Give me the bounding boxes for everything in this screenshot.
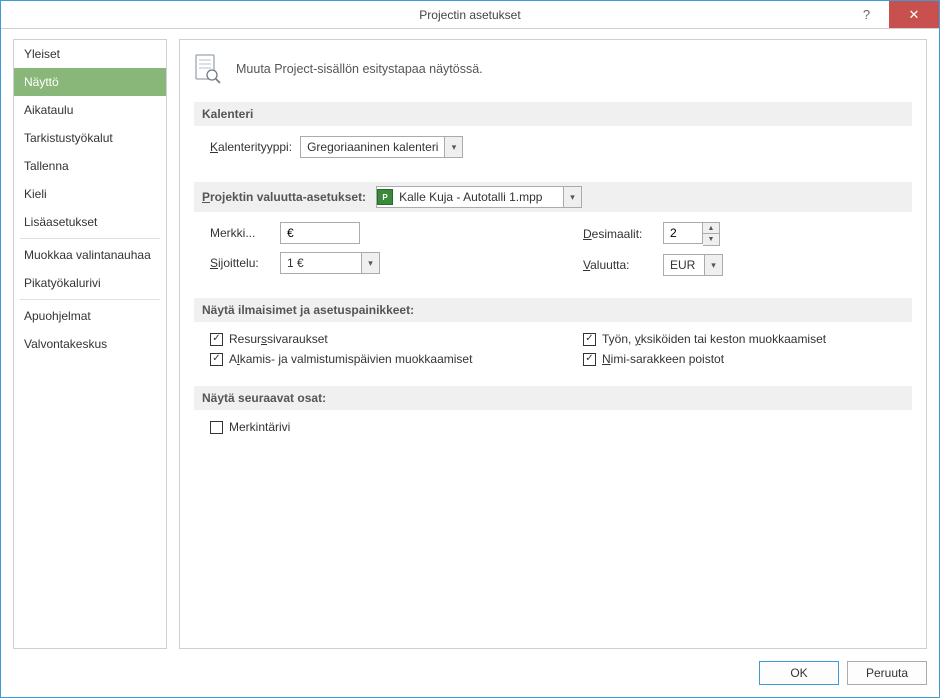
section-currency-body: Merkki... Sijoittelu: 1 € ▾	[194, 212, 912, 294]
dialog-window: Projectin asetukset ? ✕ Yleiset Näyttö A…	[0, 0, 940, 698]
section-show-parts-header: Näytä seuraavat osat:	[194, 386, 912, 410]
checkbox-entry-bar[interactable]	[210, 421, 223, 434]
decimals-label: Desimaalit:	[583, 227, 663, 241]
decimals-input[interactable]	[663, 222, 703, 244]
main-area: Yleiset Näyttö Aikataulu Tarkistustyökal…	[13, 39, 927, 649]
cancel-button[interactable]: Peruuta	[847, 661, 927, 685]
page-header: Muuta Project-sisällön esitystapaa näytö…	[194, 50, 912, 88]
sidebar-item-customize-ribbon[interactable]: Muokkaa valintanauhaa	[14, 241, 166, 269]
checkbox-name-column-deletions[interactable]	[583, 353, 596, 366]
chevron-down-icon: ▾	[563, 187, 581, 207]
ok-button[interactable]: OK	[759, 661, 839, 685]
section-calendar-header: Kalenteri	[194, 102, 912, 126]
section-show-parts-body: Merkintärivi	[194, 410, 912, 450]
chevron-down-icon: ▾	[704, 255, 722, 275]
checkbox-resource-assignments-label: Resurssivaraukset	[229, 332, 328, 346]
checkbox-start-finish-edits[interactable]	[210, 353, 223, 366]
sidebar-item-language[interactable]: Kieli	[14, 180, 166, 208]
sidebar-item-save[interactable]: Tallenna	[14, 152, 166, 180]
decimals-spinner[interactable]: ▲ ▼	[663, 222, 720, 246]
titlebar: Projectin asetukset ? ✕	[1, 1, 939, 29]
section-indicators-body: Resurssivaraukset Alkamis- ja valmistumi…	[194, 322, 912, 382]
checkbox-start-finish-edits-label: Alkamis- ja valmistumispäivien muokkaami…	[229, 352, 472, 366]
sidebar-item-schedule[interactable]: Aikataulu	[14, 96, 166, 124]
sidebar-item-proofing[interactable]: Tarkistustyökalut	[14, 124, 166, 152]
placement-dropdown[interactable]: 1 € ▾	[280, 252, 380, 274]
checkbox-name-column-deletions-label: Nimi-sarakkeen poistot	[602, 352, 724, 366]
sidebar-item-quick-access[interactable]: Pikatyökalurivi	[14, 269, 166, 297]
placement-value: 1 €	[281, 256, 361, 270]
sidebar-item-trust-center[interactable]: Valvontakeskus	[14, 330, 166, 358]
titlebar-buttons: ? ✕	[844, 1, 939, 28]
calendar-type-value: Gregoriaaninen kalenteri	[301, 140, 444, 154]
project-file-icon: P	[377, 189, 393, 205]
content-panel: Muuta Project-sisällön esitystapaa näytö…	[179, 39, 927, 649]
sidebar-item-addins[interactable]: Apuohjelmat	[14, 302, 166, 330]
symbol-input[interactable]	[280, 222, 360, 244]
sidebar-divider	[20, 238, 160, 239]
checkbox-resource-assignments[interactable]	[210, 333, 223, 346]
symbol-label: Merkki...	[210, 226, 280, 240]
page-header-text: Muuta Project-sisällön esitystapaa näytö…	[236, 62, 483, 76]
placement-label: Sijoittelu:	[210, 256, 280, 270]
dialog-buttons: OK Peruuta	[13, 649, 927, 685]
section-indicators-header: Näytä ilmaisimet ja asetuspainikkeet:	[194, 298, 912, 322]
currency-label: Valuutta:	[583, 258, 663, 272]
display-settings-icon	[194, 54, 222, 84]
close-button[interactable]: ✕	[889, 1, 939, 28]
currency-section-label: Projektin valuutta-asetukset:	[202, 190, 366, 204]
checkbox-entry-bar-label: Merkintärivi	[229, 420, 290, 434]
project-file-dropdown[interactable]: P Kalle Kuja - Autotalli 1.mpp ▾	[376, 186, 582, 208]
sidebar: Yleiset Näyttö Aikataulu Tarkistustyökal…	[13, 39, 167, 649]
currency-dropdown[interactable]: EUR ▾	[663, 254, 723, 276]
spinner-down-icon[interactable]: ▼	[703, 234, 719, 245]
sidebar-item-display[interactable]: Näyttö	[14, 68, 166, 96]
currency-value: EUR	[664, 258, 704, 272]
window-title: Projectin asetukset	[419, 8, 520, 22]
calendar-type-dropdown[interactable]: Gregoriaaninen kalenteri ▾	[300, 136, 463, 158]
checkbox-work-units-duration-label: Työn, yksiköiden tai keston muokkaamiset	[602, 332, 826, 346]
chevron-down-icon: ▾	[361, 253, 379, 273]
help-button[interactable]: ?	[844, 1, 889, 28]
calendar-type-label: Kalenterityyppi:	[210, 140, 292, 154]
section-calendar-body: Kalenterityyppi: Gregoriaaninen kalenter…	[194, 126, 912, 176]
chevron-down-icon: ▾	[444, 137, 462, 157]
sidebar-item-advanced[interactable]: Lisäasetukset	[14, 208, 166, 236]
dialog-body: Yleiset Näyttö Aikataulu Tarkistustyökal…	[1, 29, 939, 697]
project-file-value: Kalle Kuja - Autotalli 1.mpp	[393, 190, 563, 204]
spinner-up-icon[interactable]: ▲	[703, 223, 719, 234]
sidebar-item-general[interactable]: Yleiset	[14, 40, 166, 68]
checkbox-work-units-duration[interactable]	[583, 333, 596, 346]
section-currency-header: Projektin valuutta-asetukset: P Kalle Ku…	[194, 182, 912, 212]
sidebar-divider	[20, 299, 160, 300]
